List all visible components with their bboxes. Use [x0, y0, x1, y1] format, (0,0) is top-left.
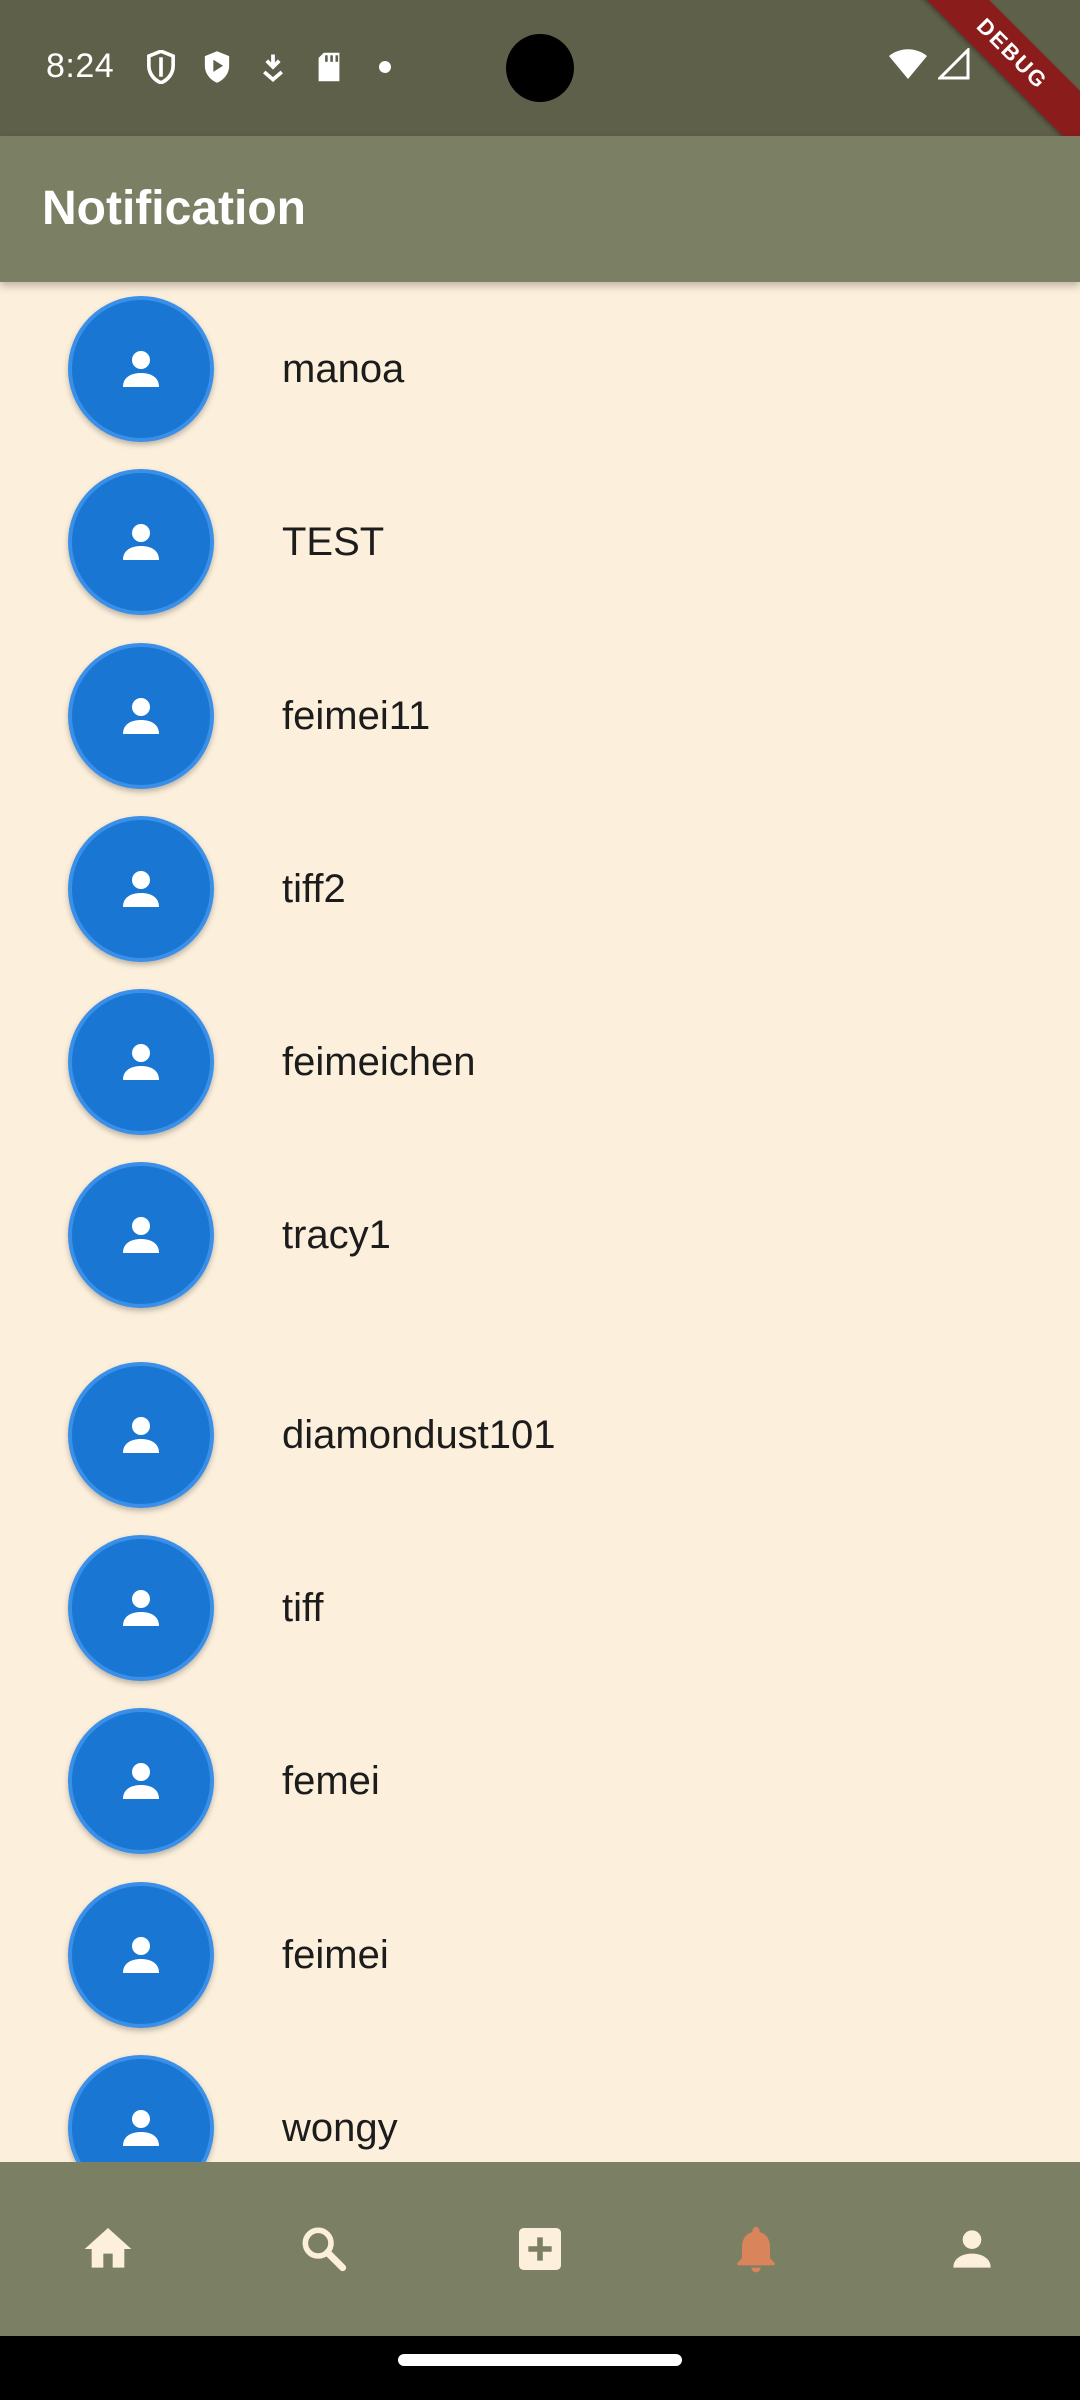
notification-list[interactable]: manoa TEST feimei11 tiff2 feimeichen tra…: [0, 282, 1080, 2162]
username: TEST: [282, 520, 385, 564]
shield-play-icon: [198, 48, 236, 86]
list-item[interactable]: tracy1: [0, 1148, 1080, 1308]
person-icon: [123, 1217, 159, 1253]
avatar[interactable]: [68, 1535, 214, 1681]
person-icon: [123, 871, 159, 907]
nav-profile-button[interactable]: [864, 2162, 1080, 2336]
nav-search-button[interactable]: [216, 2162, 432, 2336]
list-item[interactable]: manoa: [0, 282, 1080, 442]
avatar[interactable]: [68, 643, 214, 789]
person-icon: [123, 524, 159, 560]
list-item[interactable]: femei: [0, 1694, 1080, 1854]
status-bar: 8:24 DEBUG: [0, 0, 1080, 162]
home-icon: [84, 2228, 132, 2268]
person-icon: [123, 351, 159, 387]
person-icon: [123, 1763, 159, 1799]
person-icon: [123, 698, 159, 734]
avatar[interactable]: [68, 989, 214, 1135]
avatar[interactable]: [68, 2055, 214, 2162]
avatar[interactable]: [68, 1882, 214, 2028]
nav-add-button[interactable]: [432, 2162, 648, 2336]
username: feimeichen: [282, 1040, 476, 1084]
list-item[interactable]: tiff2: [0, 802, 1080, 962]
person-icon: [953, 2230, 991, 2268]
list-item[interactable]: feimei11: [0, 629, 1080, 789]
list-item[interactable]: feimeichen: [0, 975, 1080, 1135]
status-icons-right: [888, 46, 970, 85]
wifi-icon: [888, 48, 928, 85]
add-box-icon: [519, 2228, 561, 2270]
username: tiff: [282, 1586, 324, 1630]
avatar[interactable]: [68, 1708, 214, 1854]
nav-home-button[interactable]: [0, 2162, 216, 2336]
download-arrow-icon: [254, 48, 292, 86]
person-icon: [123, 2110, 159, 2146]
page-title: Notification: [42, 182, 306, 235]
username: manoa: [282, 347, 405, 391]
avatar[interactable]: [68, 296, 214, 442]
username: tiff2: [282, 867, 346, 911]
username: feimei: [282, 1933, 389, 1977]
list-item[interactable]: diamondust101: [0, 1348, 1080, 1508]
app-bar: Notification: [0, 136, 1080, 282]
person-icon: [123, 1937, 159, 1973]
username: femei: [282, 1759, 380, 1803]
username: tracy1: [282, 1213, 391, 1257]
list-item[interactable]: TEST: [0, 455, 1080, 615]
bell-icon: [737, 2226, 775, 2273]
list-item[interactable]: wongy: [0, 2041, 1080, 2162]
gesture-handle[interactable]: [398, 2354, 682, 2366]
avatar[interactable]: [68, 816, 214, 962]
username: wongy: [282, 2106, 398, 2150]
person-icon: [123, 1590, 159, 1626]
avatar[interactable]: [68, 1362, 214, 1508]
camera-cutout: [506, 34, 574, 102]
avatar[interactable]: [68, 1162, 214, 1308]
shield-outline-icon: [142, 48, 180, 86]
status-time: 8:24: [46, 47, 115, 85]
search-icon: [302, 2227, 347, 2272]
system-navigation-bar: [0, 2336, 1080, 2400]
username: feimei11: [282, 694, 431, 738]
avatar[interactable]: [68, 469, 214, 615]
nav-notifications-button[interactable]: [648, 2162, 864, 2336]
person-icon: [123, 1417, 159, 1453]
list-item[interactable]: tiff: [0, 1521, 1080, 1681]
dot-icon: [366, 48, 404, 86]
status-icons-left: [142, 48, 404, 86]
bottom-navigation: [0, 2162, 1080, 2336]
cell-signal-icon: [936, 46, 970, 85]
list-item[interactable]: feimei: [0, 1868, 1080, 2028]
username: diamondust101: [282, 1413, 556, 1457]
sd-card-icon: [310, 48, 348, 86]
person-icon: [123, 1044, 159, 1080]
